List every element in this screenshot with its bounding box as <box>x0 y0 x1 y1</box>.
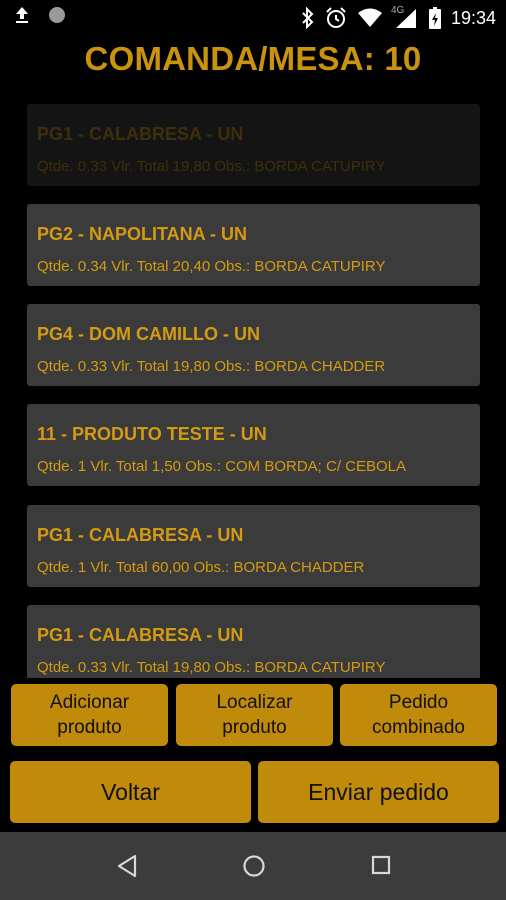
order-item-list[interactable]: PG1 - CALABRESA - UN Qtde. 0.33 Vlr. Tot… <box>0 100 506 678</box>
item-name: PG1 - CALABRESA - UN <box>37 124 244 144</box>
recents-square-icon[interactable] <box>370 854 392 876</box>
item-details: Qtde. 0.33 Vlr. Total 19,80 Obs.: BORDA … <box>37 358 386 375</box>
item-name: PG1 - CALABRESA - UN <box>37 625 244 645</box>
item-details: Qtde. 0.34 Vlr. Total 20,40 Obs.: BORDA … <box>37 258 386 275</box>
item-details: Qtde. 0.33 Vlr. Total 19,80 Obs.: BORDA … <box>37 158 386 175</box>
battery-icon <box>428 7 441 29</box>
upload-icon <box>16 7 28 23</box>
combined-order-button[interactable]: Pedido combinado <box>340 684 497 746</box>
item-details: Qtde. 1 Vlr. Total 60,00 Obs.: BORDA CHA… <box>37 559 365 576</box>
item-name: 11 - PRODUTO TESTE - UN <box>37 424 267 444</box>
bluetooth-icon <box>302 7 314 29</box>
order-item-card[interactable]: PG2 - NAPOLITANA - UN Qtde. 0.34 Vlr. To… <box>27 204 480 286</box>
wifi-icon <box>357 8 382 27</box>
send-order-button[interactable]: Enviar pedido <box>258 761 499 823</box>
item-name: PG2 - NAPOLITANA - UN <box>37 224 247 244</box>
circle-icon <box>49 7 65 23</box>
back-button[interactable]: Voltar <box>10 761 251 823</box>
add-product-label-line2: produto <box>57 717 122 738</box>
order-item-card[interactable]: 11 - PRODUTO TESTE - UN Qtde. 1 Vlr. Tot… <box>27 404 480 486</box>
find-product-button[interactable]: Localizar produto <box>176 684 333 746</box>
order-item-card[interactable]: PG1 - CALABRESA - UN Qtde. 1 Vlr. Total … <box>27 505 480 587</box>
send-order-button-label: Enviar pedido <box>308 778 449 805</box>
combined-order-label-line2: combinado <box>372 717 465 738</box>
home-circle-icon[interactable] <box>242 854 266 878</box>
order-item-card[interactable]: PG1 - CALABRESA - UN Qtde. 0.33 Vlr. Tot… <box>27 104 480 186</box>
order-item-card[interactable]: PG1 - CALABRESA - UN Qtde. 0.33 Vlr. Tot… <box>27 605 480 678</box>
order-item-card[interactable]: PG4 - DOM CAMILLO - UN Qtde. 0.33 Vlr. T… <box>27 304 480 386</box>
item-details: Qtde. 1 Vlr. Total 1,50 Obs.: COM BORDA;… <box>37 458 407 475</box>
item-name: PG4 - DOM CAMILLO - UN <box>37 324 260 344</box>
item-details: Qtde. 0.33 Vlr. Total 19,80 Obs.: BORDA … <box>37 659 386 676</box>
add-product-button[interactable]: Adicionar produto <box>11 684 168 746</box>
back-button-label: Voltar <box>101 778 160 805</box>
alarm-icon <box>326 7 346 28</box>
back-triangle-icon[interactable] <box>116 854 138 878</box>
network-label: 4G <box>390 5 405 16</box>
combined-order-label-line1: Pedido <box>388 692 449 713</box>
clock: 19:34 <box>450 7 496 28</box>
navigation-bar <box>0 832 506 900</box>
add-product-label-line1: Adicionar <box>49 692 130 713</box>
item-name: PG1 - CALABRESA - UN <box>37 525 244 545</box>
page-title: COMANDA/MESA: 10 <box>84 40 422 77</box>
status-bar: 4G 19:34 <box>0 0 506 36</box>
find-product-label-line1: Localizar <box>216 692 293 713</box>
find-product-label-line2: produto <box>222 717 287 738</box>
